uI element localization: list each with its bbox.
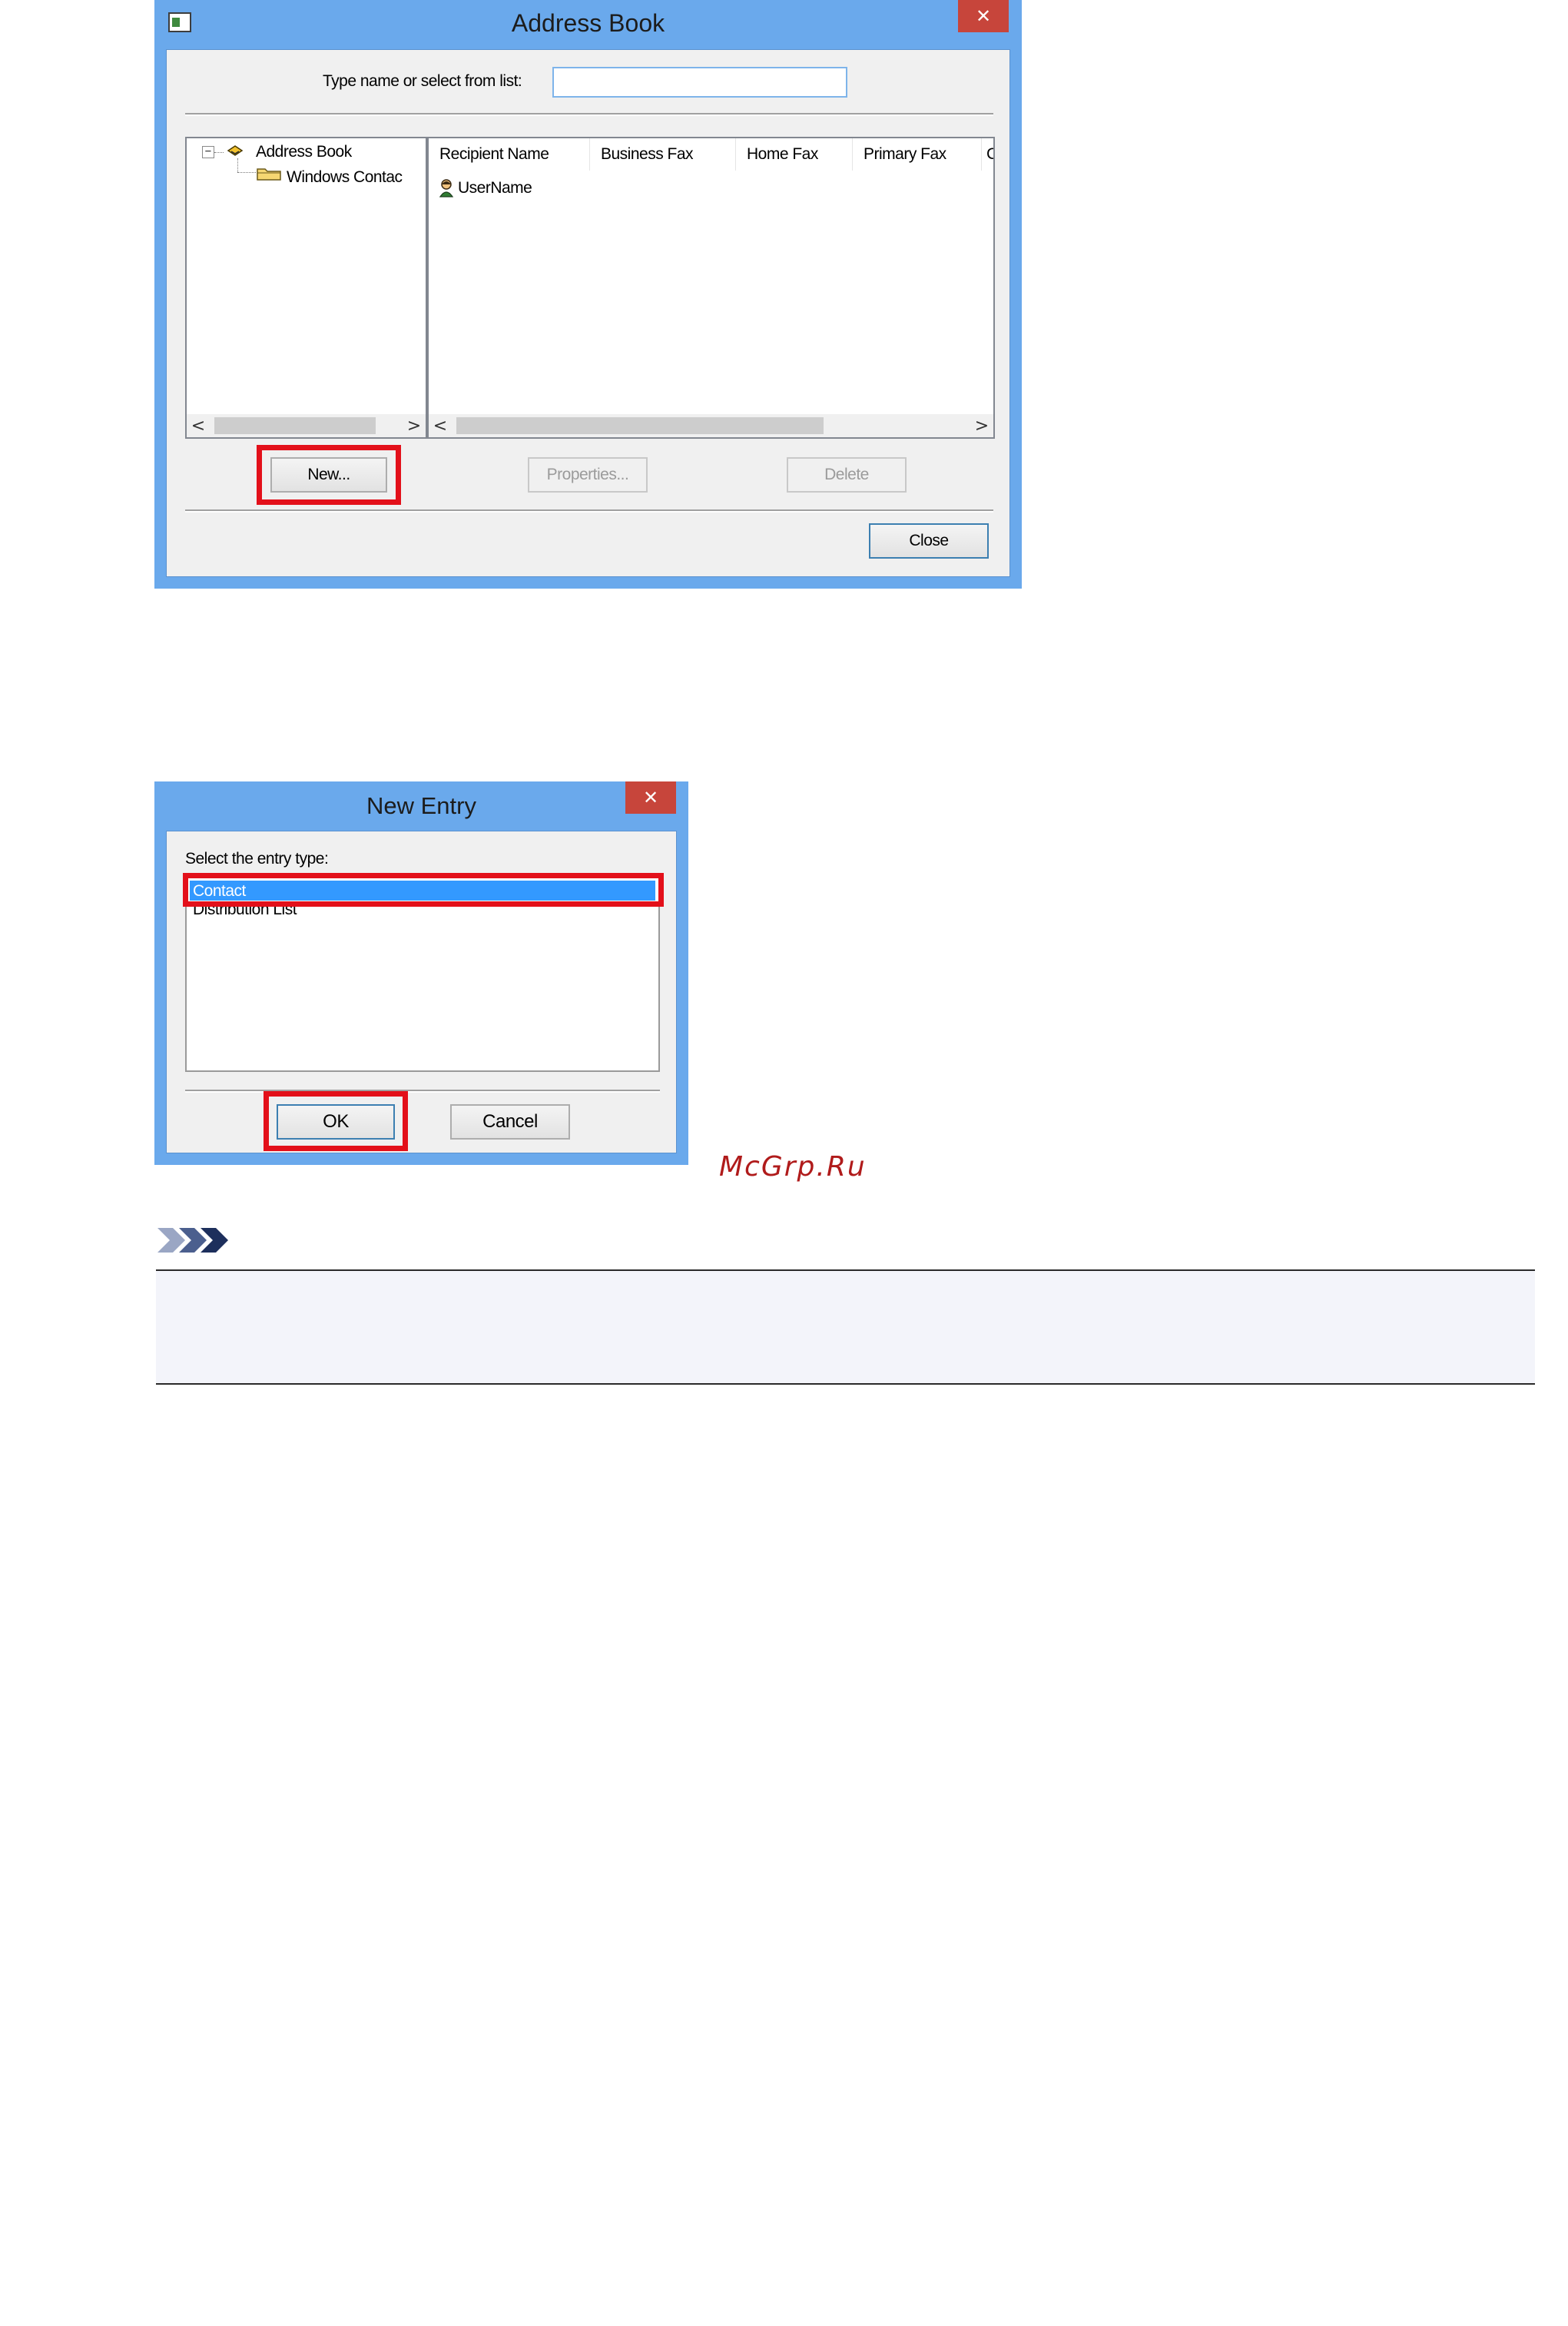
new-entry-close-x-button[interactable]: ✕: [625, 781, 676, 814]
list-scroll-thumb[interactable]: [456, 417, 824, 434]
column-header-home-fax[interactable]: Home Fax: [736, 138, 853, 171]
row-recipient-name: UserName: [458, 179, 532, 197]
address-book-title: Address Book: [511, 8, 665, 37]
scroll-right-arrow-icon[interactable]: >: [970, 414, 993, 437]
scroll-left-arrow-icon[interactable]: <: [187, 414, 210, 437]
table-row[interactable]: UserName: [435, 177, 665, 200]
contact-highlight: [183, 873, 664, 907]
list-horizontal-scrollbar[interactable]: < >: [429, 414, 993, 437]
window-app-icon: [168, 12, 191, 32]
tree-item-address-book[interactable]: Address Book: [256, 143, 352, 161]
new-entry-window: New Entry ✕ Select the entry type: Conta…: [154, 781, 688, 1165]
new-entry-titlebar[interactable]: New Entry: [154, 781, 688, 831]
note-box: [156, 1269, 1535, 1385]
new-button-highlight: [257, 445, 401, 505]
watermark-text: McGrp.Ru: [719, 1151, 867, 1183]
folder-icon: [256, 166, 282, 181]
new-entry-client-area: Select the entry type: Contact Distribut…: [166, 831, 677, 1153]
column-header-business-fax[interactable]: Business Fax: [590, 138, 736, 171]
tree-pane[interactable]: − Address Book Windows Contac < >: [185, 137, 427, 439]
type-name-label: Type name or select from list:: [323, 72, 522, 90]
address-book-window: Address Book ✕ Type name or select from …: [154, 0, 1022, 589]
note-chevron-icon: [156, 1226, 233, 1254]
scroll-left-arrow-icon[interactable]: <: [429, 414, 452, 437]
column-header-more[interactable]: C: [982, 138, 993, 171]
scroll-right-arrow-icon[interactable]: >: [403, 414, 426, 437]
address-book-tree-icon: [227, 144, 244, 158]
type-name-input[interactable]: [552, 67, 847, 98]
properties-button[interactable]: Properties...: [528, 457, 648, 493]
delete-button[interactable]: Delete: [787, 457, 907, 493]
recipient-list-pane[interactable]: Recipient Name Business Fax Home Fax Pri…: [427, 137, 995, 439]
tree-connector-vertical: [237, 158, 238, 172]
list-header: Recipient Name Business Fax Home Fax Pri…: [429, 138, 993, 171]
tree-connector-line: [214, 152, 224, 153]
column-header-primary-fax[interactable]: Primary Fax: [853, 138, 982, 171]
column-header-recipient-name[interactable]: Recipient Name: [429, 138, 590, 171]
entry-separator: [185, 1090, 660, 1093]
new-entry-title: New Entry: [366, 792, 476, 819]
top-separator: [185, 113, 993, 116]
tree-connector-child: [237, 172, 256, 173]
tree-horizontal-scrollbar[interactable]: < >: [187, 414, 426, 437]
bottom-separator: [185, 509, 993, 513]
contact-person-icon: [438, 178, 455, 198]
entry-type-label: Select the entry type:: [185, 850, 329, 868]
ok-button-highlight: [264, 1091, 408, 1151]
close-button[interactable]: Close: [869, 523, 989, 559]
address-book-close-x-button[interactable]: ✕: [958, 0, 1009, 32]
address-book-client-area: Type name or select from list: − Address…: [166, 49, 1010, 577]
tree-collapse-icon[interactable]: −: [202, 146, 214, 158]
cancel-button[interactable]: Cancel: [450, 1104, 570, 1140]
tree-scroll-thumb[interactable]: [214, 417, 376, 434]
tree-item-windows-contacts[interactable]: Windows Contac: [287, 168, 403, 187]
address-book-titlebar[interactable]: Address Book: [154, 0, 1022, 49]
